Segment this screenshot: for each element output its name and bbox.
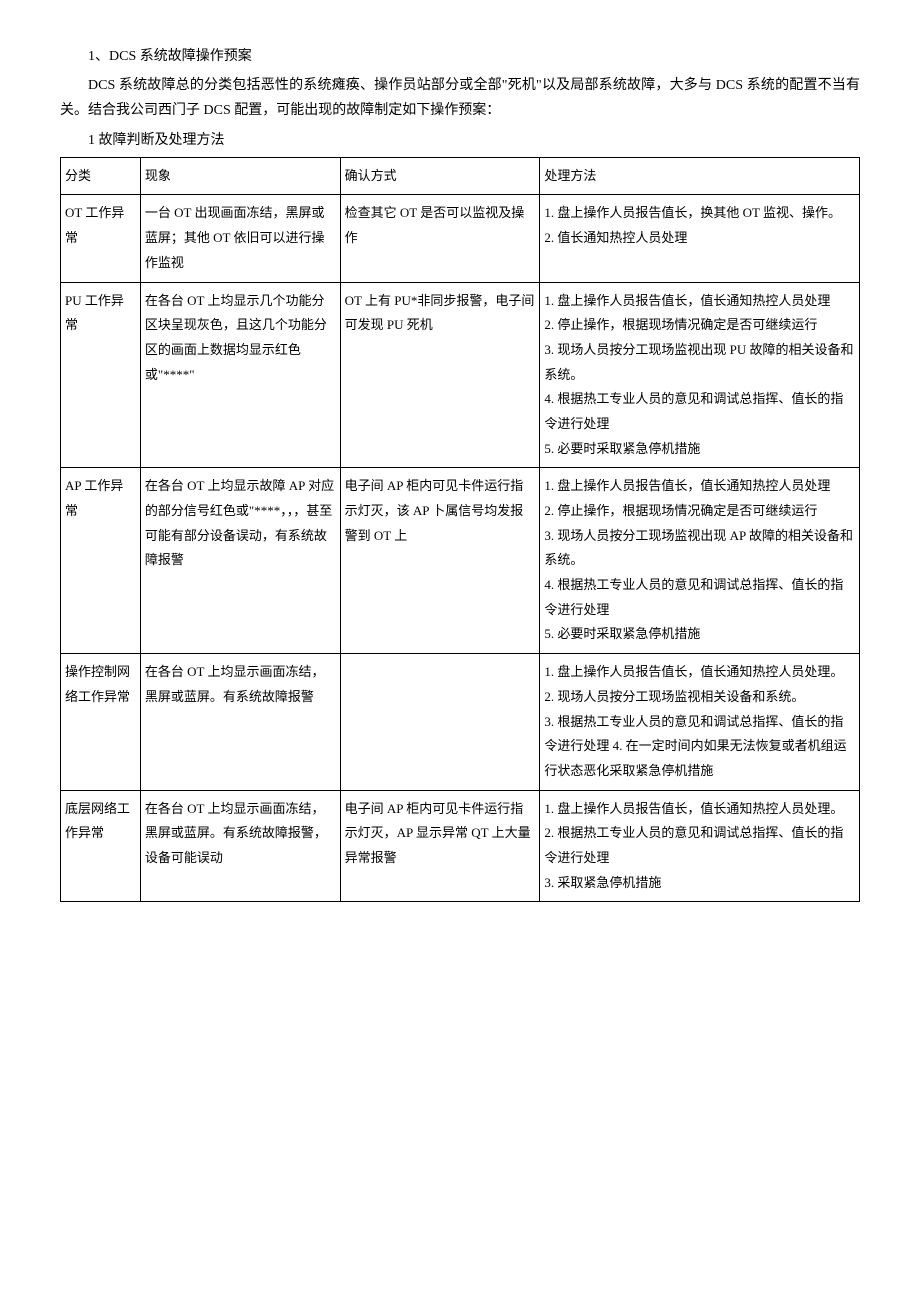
intro-paragraph: DCS 系统故障总的分类包括恶性的系统瘫痪、操作员站部分或全部"死机"以及局部系… <box>60 73 860 123</box>
cell-category: 底层网络工作异常 <box>61 790 141 902</box>
table-row: 底层网络工作异常 在各台 OT 上均显示画面冻结，黑屏或蓝屏。有系统故障报警，设… <box>61 790 860 902</box>
cell-confirmation: 检查其它 OT 是否可以监视及操作 <box>340 195 540 282</box>
cell-confirmation: 电子间 AP 柜内可见卡件运行指示灯灭，该 AP 卜属信号均发报警到 OT 上 <box>340 468 540 654</box>
fault-table: 分类 现象 确认方式 处理方法 OT 工作异常 一台 OT 出现画面冻结，黑屏或… <box>60 157 860 903</box>
cell-handling: 1. 盘上操作人员报告值长，换其他 OT 监视、操作。2. 值长通知热控人员处理 <box>540 195 860 282</box>
heading-text: 1、DCS 系统故障操作预案 <box>60 44 860 69</box>
header-handling: 处理方法 <box>540 157 860 195</box>
cell-category: PU 工作异常 <box>61 282 141 468</box>
table-row: 操作控制网络工作异常 在各台 OT 上均显示画面冻结，黑屏或蓝屏。有系统故障报警… <box>61 654 860 790</box>
cell-confirmation <box>340 654 540 790</box>
table-row: AP 工作异常 在各台 OT 上均显示故障 AP 对应的部分信号红色或"****… <box>61 468 860 654</box>
cell-category: OT 工作异常 <box>61 195 141 282</box>
header-phenomenon: 现象 <box>140 157 340 195</box>
cell-handling: 1. 盘上操作人员报告值长，值长通知热控人员处理2. 停止操作，根据现场情况确定… <box>540 282 860 468</box>
cell-phenomenon: 在各台 OT 上均显示画面冻结，黑屏或蓝屏。有系统故障报警，设备可能误动 <box>140 790 340 902</box>
header-confirmation: 确认方式 <box>340 157 540 195</box>
cell-confirmation: OT 上有 PU*非同步报警，电子间可发现 PU 死机 <box>340 282 540 468</box>
cell-category: AP 工作异常 <box>61 468 141 654</box>
cell-phenomenon: 在各台 OT 上均显示几个功能分区块呈现灰色，且这几个功能分区的画面上数据均显示… <box>140 282 340 468</box>
cell-handling: 1. 盘上操作人员报告值长，值长通知热控人员处理2. 停止操作，根据现场情况确定… <box>540 468 860 654</box>
cell-handling: 1. 盘上操作人员报告值长，值长通知热控人员处理。2. 根据热工专业人员的意见和… <box>540 790 860 902</box>
cell-phenomenon: 在各台 OT 上均显示画面冻结，黑屏或蓝屏。有系统故障报警 <box>140 654 340 790</box>
table-header-row: 分类 现象 确认方式 处理方法 <box>61 157 860 195</box>
cell-handling: 1. 盘上操作人员报告值长，值长通知热控人员处理。2. 现场人员按分工现场监视相… <box>540 654 860 790</box>
cell-phenomenon: 一台 OT 出现画面冻结，黑屏或蓝屏；其他 OT 依旧可以进行操作监视 <box>140 195 340 282</box>
cell-phenomenon: 在各台 OT 上均显示故障 AP 对应的部分信号红色或"****，，，甚至可能有… <box>140 468 340 654</box>
table-row: OT 工作异常 一台 OT 出现画面冻结，黑屏或蓝屏；其他 OT 依旧可以进行操… <box>61 195 860 282</box>
table-row: PU 工作异常 在各台 OT 上均显示几个功能分区块呈现灰色，且这几个功能分区的… <box>61 282 860 468</box>
subheading-text: 1 故障判断及处理方法 <box>60 128 860 153</box>
header-category: 分类 <box>61 157 141 195</box>
cell-category: 操作控制网络工作异常 <box>61 654 141 790</box>
cell-confirmation: 电子间 AP 柜内可见卡件运行指示灯灭，AP 显示异常 QT 上大量异常报警 <box>340 790 540 902</box>
